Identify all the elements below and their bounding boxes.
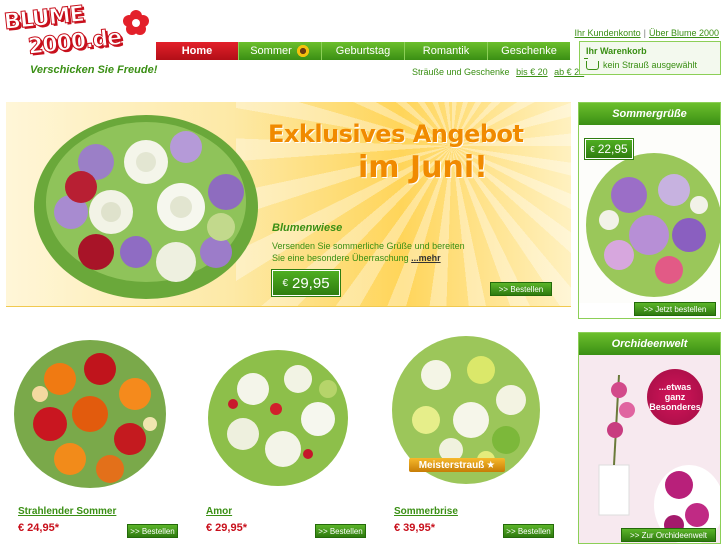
star-icon: ★ xyxy=(486,459,496,471)
product-price: € 24,95* xyxy=(18,522,59,534)
cart-status: kein Strauß ausgewählt xyxy=(603,60,698,70)
currency-symbol: € xyxy=(282,277,288,289)
summer-price-value: 22,95 xyxy=(597,142,628,156)
brand-tagline: Verschicken Sie Freude! xyxy=(30,64,158,76)
product-price: € 29,95* xyxy=(206,522,247,534)
summer-greetings-box[interactable]: Sommergrüße €22,95 >> Jetzt bestellen xyxy=(578,102,721,319)
summer-price: €22,95 xyxy=(585,139,633,159)
hero-more-link[interactable]: ...mehr xyxy=(411,253,441,263)
product-card-sommerbrise[interactable]: Meisterstrauß ★ Sommerbrise € 39,95* >> B… xyxy=(382,330,562,542)
top-links: Ihr Kundenkonto | Über Blume 2000 xyxy=(575,28,719,38)
summer-box-title: Sommergrüße xyxy=(579,103,720,125)
product-price: € 39,95* xyxy=(394,522,435,534)
nav-item-geschenke[interactable]: Geschenke xyxy=(488,42,570,60)
price-filter-under-20[interactable]: bis € 20 xyxy=(516,67,548,77)
product-card-strahlender-sommer[interactable]: Strahlender Sommer € 24,95* >> Bestellen xyxy=(6,330,186,542)
cart-status-row: kein Strauß ausgewählt xyxy=(584,57,698,70)
nav-label: Sommer xyxy=(250,45,292,57)
nav-item-sommer[interactable]: Sommer xyxy=(239,42,322,60)
product-order-button[interactable]: >> Bestellen xyxy=(127,524,178,538)
product-image xyxy=(14,340,166,488)
product-name[interactable]: Strahlender Sommer xyxy=(18,506,116,517)
product-image xyxy=(208,350,348,486)
nav-item-geburtstag[interactable]: Geburtstag xyxy=(322,42,405,60)
product-name[interactable]: Sommerbrise xyxy=(394,506,458,517)
orchid-world-box[interactable]: Orchideenwelt ...etwas ganz Besonderes >… xyxy=(578,332,721,544)
hero-banner[interactable]: Exklusives Angebot im Juni! Blumenwiese … xyxy=(6,102,571,307)
product-order-button[interactable]: >> Bestellen xyxy=(315,524,366,538)
account-link[interactable]: Ihr Kundenkonto xyxy=(575,28,641,38)
hero-price: €29,95 xyxy=(272,270,340,296)
hero-description: Versenden Sie sommerliche Grüße und bere… xyxy=(272,240,502,264)
subnav-label: Sträuße und Geschenke xyxy=(412,67,510,77)
shopping-basket-icon xyxy=(584,57,599,70)
nav-label: Romantik xyxy=(422,45,470,57)
sunflower-icon xyxy=(295,44,310,58)
nav-item-romantik[interactable]: Romantik xyxy=(405,42,488,60)
master-bouquet-badge: Meisterstrauß ★ xyxy=(409,458,505,472)
hero-order-button[interactable]: >> Bestellen xyxy=(490,282,552,296)
product-card-amor[interactable]: Amor € 29,95* >> Bestellen xyxy=(194,330,374,542)
hero-subheadline: im Juni! xyxy=(358,150,488,185)
main-nav: Home Sommer Geburtstag Romantik Geschenk… xyxy=(156,42,570,60)
link-separator: | xyxy=(643,28,646,38)
nav-label: Geschenke xyxy=(501,45,557,57)
about-link[interactable]: Über Blume 2000 xyxy=(649,28,719,38)
summer-order-button[interactable]: >> Jetzt bestellen xyxy=(634,302,716,316)
nav-label: Home xyxy=(181,45,213,57)
nav-item-home[interactable]: Home xyxy=(156,42,239,60)
hero-price-value: 29,95 xyxy=(292,274,330,292)
currency-symbol: € xyxy=(590,144,595,154)
nav-label: Geburtstag xyxy=(335,45,391,57)
special-offer-bubble: ...etwas ganz Besonderes xyxy=(647,369,703,425)
hero-bouquet-image xyxy=(34,115,258,299)
flower-logo-icon xyxy=(123,10,149,35)
badge-text: Meisterstrauß xyxy=(418,459,485,471)
product-order-button[interactable]: >> Bestellen xyxy=(503,524,554,538)
hero-desc-line1: Versenden Sie sommerliche Grüße und bere… xyxy=(272,241,465,251)
cart-title: Ihr Warenkorb xyxy=(586,46,647,56)
orchid-box-title: Orchideenwelt xyxy=(579,333,720,355)
orchid-world-button[interactable]: >> Zur Orchideenwelt xyxy=(621,528,716,542)
hero-headline: Exklusives Angebot xyxy=(268,120,524,148)
site-logo[interactable]: BLUME 2000.de Verschicken Sie Freude! xyxy=(2,1,158,76)
product-name[interactable]: Amor xyxy=(206,506,232,517)
hero-product-title: Blumenwiese xyxy=(272,222,343,234)
price-subnav: Sträuße und Geschenke bis € 20 ab € 20 xyxy=(412,67,584,77)
hero-desc-line2: Sie eine besondere Überraschung xyxy=(272,253,409,263)
shopping-cart[interactable]: Ihr Warenkorb kein Strauß ausgewählt xyxy=(579,41,721,75)
